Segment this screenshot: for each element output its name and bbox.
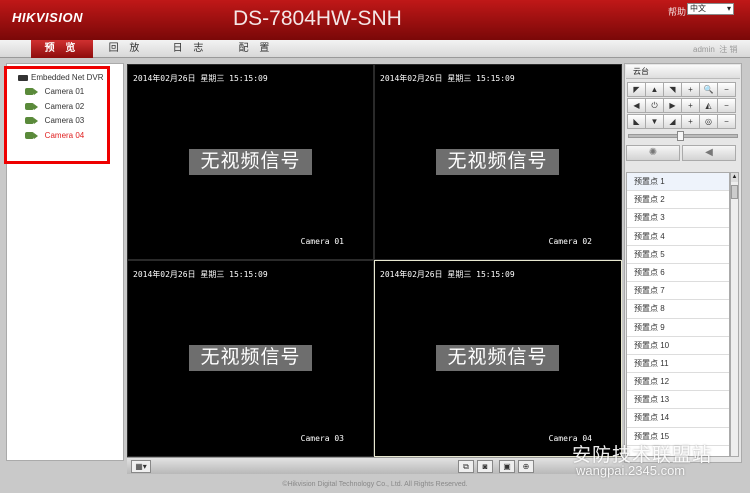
ptz-left-button[interactable]: ◀ [627,98,646,113]
camera-icon [25,88,38,95]
tab-log[interactable]: 日 志 [164,40,216,58]
ptz-right-button[interactable]: ▶ [663,98,682,113]
zoom-in-button[interactable]: + [681,82,700,97]
watermark-url: wangpai.2345.com [576,463,686,478]
channel-name: Camera 01 [300,237,344,246]
camera-icon [25,103,38,110]
video-cell-1[interactable]: 2014年02月26日 星期三 15:15:09 无视频信号 Camera 01 [127,64,374,260]
video-cell-4[interactable]: 2014年02月26日 星期三 15:15:09 无视频信号 Camera 04 [374,260,622,457]
main-nav: 预 览 回 放 日 志 配 置 admin 注 销 [0,40,750,58]
tab-config[interactable]: 配 置 [230,40,282,58]
brand-logo: HIKVISION [12,10,83,25]
slider-handle[interactable] [677,131,684,141]
no-signal-label: 无视频信号 [189,149,312,175]
preset-item[interactable]: 预置点 1 [627,173,729,192]
preset-item[interactable]: 预置点 3 [627,209,729,228]
ptz-up-right-button[interactable]: ◥ [663,82,682,97]
zoom-icon[interactable]: ⊕ [518,460,534,473]
preset-item[interactable]: 预置点 5 [627,246,729,264]
wiper-icon[interactable]: ◀ [682,145,736,161]
camera-icon [25,117,38,124]
tab-playback[interactable]: 回 放 [100,40,152,58]
video-cell-2[interactable]: 2014年02月26日 星期三 15:15:09 无视频信号 Camera 02 [374,64,622,260]
preset-item[interactable]: 预置点 7 [627,282,729,301]
power-icon[interactable]: ⏻ [645,98,664,113]
video-grid: 2014年02月26日 星期三 15:15:09 无视频信号 Camera 01… [127,64,622,457]
tree-item-camera-01[interactable]: Camera 01 [25,87,84,96]
camera-label: Camera 02 [44,102,85,111]
preset-item[interactable]: 预置点 14 [627,409,729,428]
camera-label: Camera 04 [44,131,85,140]
preset-item[interactable]: 预置点 13 [627,391,729,410]
osd-timestamp: 2014年02月26日 星期三 15:15:09 [380,74,515,83]
focus-icon[interactable]: ◭ [699,98,718,113]
camera-label: Camera 01 [44,87,85,96]
scroll-up-icon[interactable]: ▲ [731,173,738,182]
ptz-title: 云台 [626,65,740,79]
stop-all-icon[interactable]: ⧉ [458,460,474,473]
channel-name: Camera 03 [300,434,344,443]
logout-link[interactable]: 注 销 [719,45,737,54]
no-signal-label: 无视频信号 [189,345,312,371]
no-signal-label: 无视频信号 [436,149,559,175]
zoom-out-button[interactable]: − [717,82,736,97]
tree-root-dvr[interactable]: Embedded Net DVR [18,73,103,82]
camera-icon [25,132,38,139]
no-signal-label: 无视频信号 [436,345,559,371]
record-icon[interactable]: ▣ [499,460,515,473]
osd-timestamp: 2014年02月26日 星期三 15:15:09 [380,270,515,279]
preset-item[interactable]: 预置点 12 [627,373,729,392]
tree-item-camera-04[interactable]: Camera 04 [25,131,84,140]
scroll-thumb[interactable] [731,185,738,199]
dvr-icon [18,74,28,81]
preset-item[interactable]: 预置点 9 [627,319,729,337]
zoom-icon[interactable]: 🔍 [699,82,718,97]
channel-name: Camera 02 [548,237,592,246]
tree-item-camera-03[interactable]: Camera 03 [25,116,84,125]
light-icon[interactable]: ✺ [626,145,680,161]
username: admin 注 销 [693,45,738,54]
ptz-up-button[interactable]: ▲ [645,82,664,97]
ptz-down-right-button[interactable]: ◢ [663,114,682,129]
video-toolbar: ▦▾ ⧉ ◙ ▣ ⊕ [127,457,622,474]
osd-timestamp: 2014年02月26日 星期三 15:15:09 [133,74,268,83]
camera-label: Camera 03 [44,116,85,125]
copyright-footer: ©Hikvision Digital Technology Co., Ltd. … [282,481,468,488]
tree-item-camera-02[interactable]: Camera 02 [25,102,84,111]
ptz-up-left-button[interactable]: ◤ [627,82,646,97]
preset-list: 预置点 1 预置点 2 预置点 3 预置点 4 预置点 5 预置点 6 预置点 … [626,172,730,457]
iris-close-button[interactable]: − [717,114,736,129]
preset-item[interactable]: 预置点 2 [627,191,729,210]
preset-item[interactable]: 预置点 6 [627,264,729,283]
preset-scrollbar[interactable]: ▲ [730,172,739,457]
preset-item[interactable]: 预置点 8 [627,300,729,319]
device-model-title: DS-7804HW-SNH [233,7,402,30]
focus-far-button[interactable]: − [717,98,736,113]
layout-grid-icon[interactable]: ▦▾ [131,460,151,473]
preset-item[interactable]: 预置点 4 [627,228,729,246]
preset-item[interactable]: 预置点 10 [627,337,729,355]
video-cell-3[interactable]: 2014年02月26日 星期三 15:15:09 无视频信号 Camera 03 [127,260,374,457]
help-link[interactable]: 帮助 [668,5,686,18]
tab-preview[interactable]: 预 览 [31,40,93,58]
tree-root-label: Embedded Net DVR [31,73,104,82]
focus-near-button[interactable]: + [681,98,700,113]
ptz-down-left-button[interactable]: ◣ [627,114,646,129]
app-header: HIKVISION DS-7804HW-SNH 帮助 中文 [0,0,750,40]
preset-item[interactable]: 预置点 11 [627,355,729,374]
ptz-down-button[interactable]: ▼ [645,114,664,129]
iris-open-button[interactable]: + [681,114,700,129]
iris-icon[interactable]: ◎ [699,114,718,129]
capture-icon[interactable]: ◙ [477,460,493,473]
osd-timestamp: 2014年02月26日 星期三 15:15:09 [133,270,268,279]
language-select[interactable]: 中文 [687,3,734,15]
